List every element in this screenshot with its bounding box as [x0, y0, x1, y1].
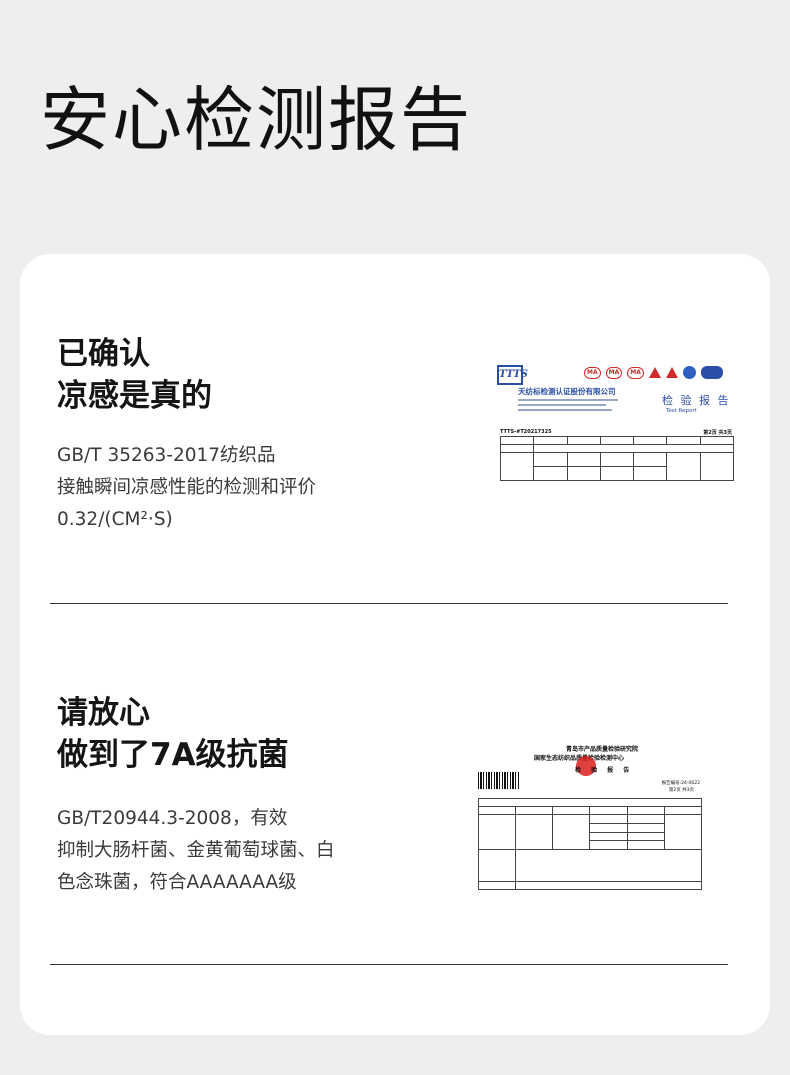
antibacterial-test-certificate: 青岛市产品质量检验研究院 国家生态纺织品质量检验检测中心 检 验 报 告 报告编…: [474, 742, 706, 892]
text-line: [518, 409, 612, 411]
heading-line: 凉感是真的: [57, 378, 212, 414]
desc-line: GB/T20944.3-2008，有效: [57, 808, 288, 829]
cooling-heading: 已确认 凉感是真的: [57, 333, 212, 417]
ma-mark: MA: [584, 366, 601, 379]
ttts-logo: TTTS: [497, 365, 528, 385]
cooling-section: 已确认 凉感是真的 GB/T 35263-2017纺织品 接触瞬间凉感性能的检测…: [20, 254, 770, 604]
ma-mark: MA: [605, 366, 623, 379]
page-number: 第2页 共3页: [703, 430, 732, 436]
cooling-test-certificate: TTTS MA MA MA 天纺标检测认证股份有限公司 检 验 报 告 Test…: [494, 357, 742, 485]
heading-line: 已确认: [57, 336, 150, 372]
cnas-mark-icon: [700, 366, 723, 379]
desc-line: 0.32/(CM²·S): [57, 509, 173, 530]
result-table: [499, 436, 735, 481]
cooling-description: GB/T 35263-2017纺织品 接触瞬间凉感性能的检测和评价 0.32/(…: [57, 440, 316, 536]
certificate-number: TTTS-#T20217325: [500, 429, 552, 435]
report-title: 检 验 报 告: [575, 767, 634, 774]
report-card: 已确认 凉感是真的 GB/T 35263-2017纺织品 接触瞬间凉感性能的检测…: [20, 254, 770, 1035]
report-title: 检 验 报 告: [662, 394, 731, 407]
triangle-mark-icon: [665, 367, 678, 378]
antibacterial-description: GB/T20944.3-2008，有效 抑制大肠杆菌、金黄葡萄球菌、白 色念珠菌…: [57, 803, 335, 899]
accreditation-marks: MA MA MA: [584, 366, 723, 379]
barcode-icon: [478, 772, 520, 789]
page-number: 第2页 共3页: [668, 788, 694, 793]
ilac-mark-icon: [682, 366, 696, 379]
report-subtitle: Test Report: [666, 408, 697, 414]
antibacterial-heading: 请放心 做到了7A级抗菌: [57, 692, 289, 776]
heading-line: 做到了7A级抗菌: [57, 737, 289, 773]
triangle-mark-icon: [648, 367, 661, 378]
text-line: [518, 399, 618, 401]
result-table: [477, 798, 703, 890]
section-divider: [50, 964, 728, 965]
desc-line: 色念珠菌，符合AAAAAAA级: [57, 872, 297, 893]
report-number: 报告编号:24-0622: [661, 781, 700, 786]
antibacterial-section: 请放心 做到了7A级抗菌 GB/T20944.3-2008，有效 抑制大肠杆菌、…: [20, 604, 770, 966]
page-title: 安心检测报告: [40, 79, 472, 161]
desc-line: 接触瞬间凉感性能的检测和评价: [57, 477, 317, 498]
heading-line: 请放心: [57, 695, 150, 731]
institute-name: 青岛市产品质量检验研究院: [566, 746, 639, 753]
desc-line: GB/T 35263-2017纺织品: [57, 445, 276, 466]
company-name: 天纺标检测认证股份有限公司: [518, 387, 616, 396]
desc-line: 抑制大肠杆菌、金黄葡萄球菌、白: [57, 840, 335, 861]
ma-mark: MA: [627, 366, 644, 379]
text-line: [518, 404, 606, 406]
